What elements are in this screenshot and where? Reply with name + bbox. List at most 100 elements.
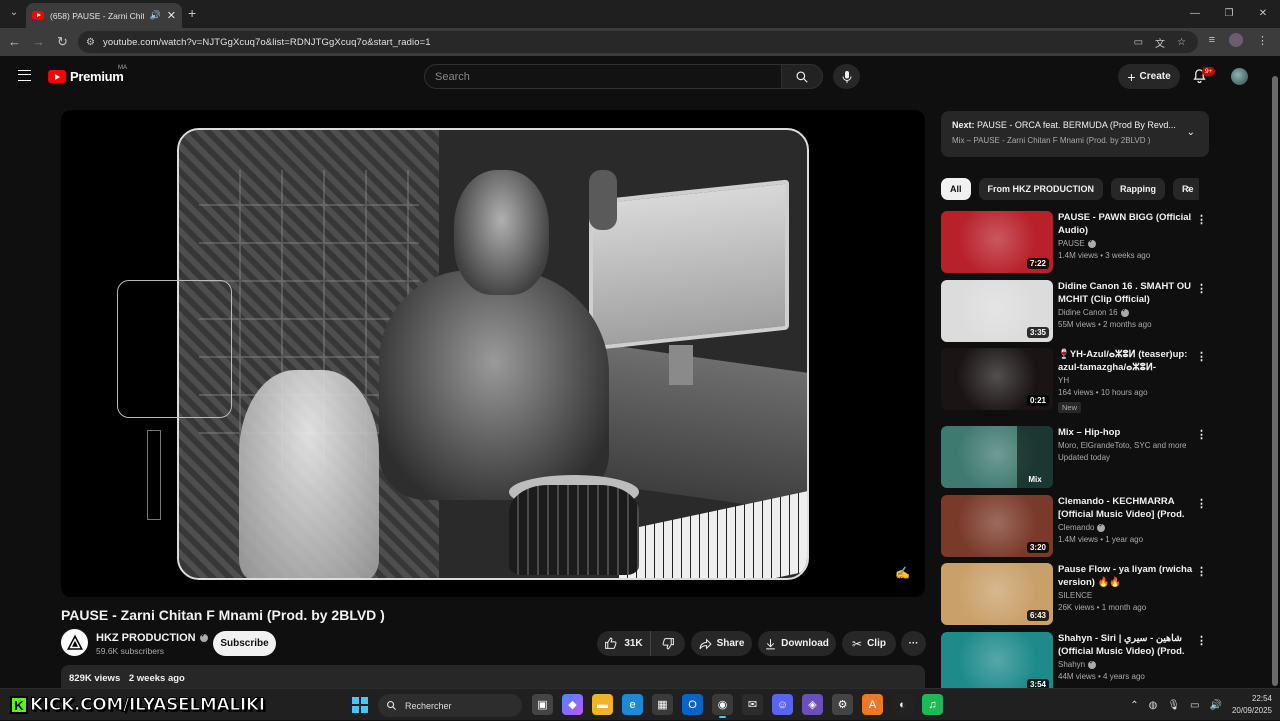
- store-icon[interactable]: ▦: [652, 694, 673, 715]
- taskbar-clock[interactable]: 22:54 20/09/2025: [1232, 693, 1272, 717]
- menu-hamburger-icon[interactable]: [18, 70, 31, 81]
- voice-search-button[interactable]: [833, 64, 860, 89]
- recommendation-channel[interactable]: Moro, ElGrandeToto, SYC and more: [1058, 441, 1187, 450]
- site-info-icon[interactable]: ⚙: [86, 37, 95, 48]
- recommendation-item[interactable]: 6:43 Pause Flow - ya liyam (rwicha versio…: [941, 563, 1209, 625]
- discord-icon[interactable]: ☺: [772, 694, 793, 715]
- copilot-icon[interactable]: ◆: [562, 694, 583, 715]
- display-icon[interactable]: ▭: [1190, 700, 1199, 711]
- back-icon[interactable]: ←: [8, 34, 21, 49]
- obs-icon[interactable]: ◐: [892, 694, 913, 715]
- more-options-icon[interactable]: ⋮: [1196, 634, 1207, 647]
- browser-tab[interactable]: (658) PAUSE - Zarni Chitan F 🔊 ✕: [26, 3, 182, 28]
- youtube-premium-logo[interactable]: Premium MA: [48, 65, 127, 84]
- game-controller-icon[interactable]: ◈: [802, 694, 823, 715]
- recommendation-item[interactable]: 3:35 Didine Canon 16 . SMAHT OU MCHIT (Cl…: [941, 280, 1209, 342]
- scrollbar-thumb[interactable]: [1272, 76, 1278, 686]
- recommendation-channel[interactable]: SILENCE: [1058, 591, 1092, 600]
- channel-avatar[interactable]: [61, 629, 88, 656]
- recommendation-channel[interactable]: Shahyn: [1058, 660, 1085, 669]
- recommendation-item[interactable]: 0:21 🍷YH-Azul/ⴰⵣⵓⵍ (teaser)up: azul-tamaz…: [941, 348, 1209, 413]
- recommendation-title[interactable]: Mix – Hip-hop: [1058, 426, 1194, 439]
- account-avatar[interactable]: [1231, 68, 1248, 85]
- more-options-icon[interactable]: ⋮: [1196, 350, 1207, 363]
- chrome-icon[interactable]: ◉: [712, 694, 733, 718]
- recommendation-channel[interactable]: YH: [1058, 376, 1069, 385]
- video-thumbnail[interactable]: 3:20: [941, 495, 1053, 557]
- url-text[interactable]: youtube.com/watch?v=NJTGgXcuq7o&list=RDN…: [103, 37, 431, 48]
- file-explorer-icon[interactable]: ▬: [592, 694, 613, 715]
- app-a-icon[interactable]: A: [862, 694, 883, 715]
- chip-rapping[interactable]: Rapping: [1111, 178, 1166, 200]
- tab-search-icon[interactable]: ⌄: [6, 5, 22, 21]
- windows-start-icon[interactable]: [352, 697, 368, 713]
- recommendation-channel[interactable]: Didine Canon 16: [1058, 308, 1118, 317]
- browser-menu-icon[interactable]: ⋮: [1257, 34, 1268, 47]
- channel-name-row[interactable]: HKZ PRODUCTION: [96, 631, 208, 644]
- search-box[interactable]: [424, 64, 782, 89]
- more-options-icon[interactable]: ⋮: [1196, 213, 1207, 226]
- video-thumbnail[interactable]: 6:43: [941, 563, 1053, 625]
- page-scrollbar[interactable]: [1270, 56, 1280, 688]
- video-thumbnail[interactable]: 0:21: [941, 348, 1053, 410]
- mail-icon[interactable]: ✉: [742, 694, 763, 715]
- settings-icon[interactable]: ⚙: [832, 694, 853, 715]
- download-button[interactable]: Download: [758, 631, 836, 656]
- recommendation-item[interactable]: 3:20 Clemando - KECHMARRA [Official Music…: [941, 495, 1209, 557]
- recommendation-title[interactable]: PAUSE - PAWN BIGG (Official Audio): [1058, 211, 1194, 237]
- tray-overflow-icon[interactable]: ⌃: [1130, 700, 1138, 711]
- recommendation-channel[interactable]: PAUSE: [1058, 239, 1085, 248]
- task-view-icon[interactable]: ▣: [532, 694, 553, 715]
- taskbar-search[interactable]: Rechercher: [378, 694, 522, 717]
- chip-from-channel[interactable]: From HKZ PRODUCTION: [978, 178, 1104, 200]
- chip-related[interactable]: Re: [1173, 178, 1199, 200]
- clip-button[interactable]: ✂ Clip: [842, 631, 896, 656]
- recommendation-title[interactable]: Didine Canon 16 . SMAHT OU MCHIT (Clip O…: [1058, 280, 1194, 306]
- recommendation-channel[interactable]: Clemando: [1058, 523, 1094, 532]
- share-button[interactable]: Share: [691, 631, 752, 656]
- mic-tray-icon[interactable]: 🎙: [1167, 700, 1180, 711]
- edge-icon[interactable]: e: [622, 694, 643, 715]
- playlist-icon[interactable]: ≡: [1209, 34, 1215, 46]
- network-icon[interactable]: ◍: [1149, 700, 1158, 711]
- translate-icon[interactable]: 文: [1155, 35, 1165, 50]
- channel-name[interactable]: HKZ PRODUCTION: [96, 632, 196, 644]
- recommendation-item[interactable]: 7:22 PAUSE - PAWN BIGG (Official Audio) PA…: [941, 211, 1209, 273]
- recommendation-title[interactable]: Shahyn - Siri | شاهين - سيري (Official M…: [1058, 632, 1194, 658]
- outlook-icon[interactable]: O: [682, 694, 703, 715]
- search-button[interactable]: [781, 64, 823, 89]
- cast-icon[interactable]: ▭: [1134, 37, 1143, 48]
- more-options-icon[interactable]: ⋮: [1196, 497, 1207, 510]
- chip-all[interactable]: All: [941, 178, 971, 200]
- close-tab-icon[interactable]: ✕: [167, 9, 176, 22]
- video-player[interactable]: ✍: [61, 110, 925, 597]
- more-options-icon[interactable]: ⋮: [1196, 282, 1207, 295]
- restore-button[interactable]: ❐: [1212, 0, 1246, 28]
- playlist-next-card[interactable]: Next: PAUSE - ORCA feat. BERMUDA (Prod B…: [941, 111, 1209, 157]
- recommendation-item[interactable]: Mix Mix – Hip-hop Moro, ElGrandeToto, SYC …: [941, 426, 1209, 488]
- bookmark-star-icon[interactable]: ☆: [1177, 37, 1186, 48]
- reload-icon[interactable]: ↻: [57, 34, 68, 50]
- chevron-right-icon[interactable]: ›: [1187, 183, 1191, 195]
- chevron-down-icon[interactable]: ⌄: [1187, 127, 1195, 138]
- address-bar[interactable]: ⚙ youtube.com/watch?v=NJTGgXcuq7o&list=R…: [78, 31, 1198, 53]
- forward-icon[interactable]: →: [32, 34, 45, 49]
- more-options-icon[interactable]: ⋮: [1196, 428, 1207, 441]
- video-thumbnail[interactable]: 7:22: [941, 211, 1053, 273]
- video-thumbnail[interactable]: 3:54: [941, 632, 1053, 694]
- video-thumbnail[interactable]: Mix: [941, 426, 1053, 488]
- volume-icon[interactable]: 🔊: [1210, 700, 1222, 711]
- audio-playing-icon[interactable]: 🔊: [150, 10, 161, 21]
- more-options-icon[interactable]: ⋮: [1196, 565, 1207, 578]
- video-thumbnail[interactable]: 3:35: [941, 280, 1053, 342]
- create-button[interactable]: + Create: [1118, 64, 1180, 89]
- recommendation-title[interactable]: 🍷YH-Azul/ⴰⵣⵓⵍ (teaser)up: azul-tamazgha/…: [1058, 348, 1194, 374]
- spotify-icon[interactable]: ♫: [922, 694, 943, 715]
- subscribe-button[interactable]: Subscribe: [213, 631, 276, 656]
- like-button[interactable]: 31K: [597, 631, 651, 656]
- profile-avatar[interactable]: [1229, 33, 1243, 47]
- minimize-button[interactable]: —: [1178, 0, 1212, 28]
- search-input[interactable]: [425, 65, 781, 88]
- close-window-button[interactable]: ✕: [1246, 0, 1280, 28]
- dislike-button[interactable]: [651, 637, 685, 650]
